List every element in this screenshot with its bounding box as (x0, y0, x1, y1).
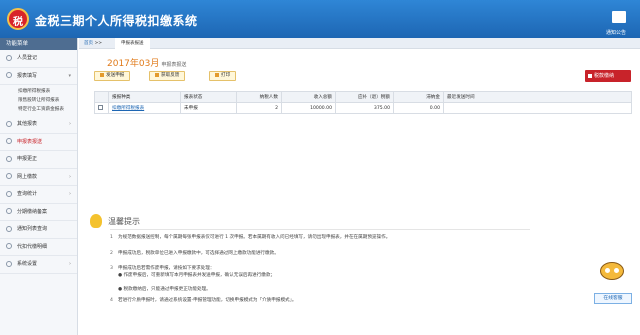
tip-4: 4 若进行介质申报时，请通过系统设置-申报管理功能，切换申报模式为「介质申报模式」… (110, 298, 297, 303)
sidebar-item-other-reports[interactable]: 其他报表 › (0, 116, 77, 134)
report-name-link[interactable]: 扣缴所得税报表 (108, 102, 181, 114)
period-title: 2017年03月 申报表报送 (107, 59, 187, 69)
payment-icon (6, 173, 12, 179)
print-button[interactable]: 打印 (209, 71, 237, 81)
file-icon (6, 120, 12, 127)
chevron-right-icon: › (69, 261, 71, 267)
tax-due-cell: 375.00 (335, 102, 394, 114)
notice-icon[interactable] (612, 11, 626, 23)
feedback-icon (155, 72, 159, 77)
status-cell: 未申报 (180, 102, 237, 114)
col-taxpayers: 纳税人数 (236, 91, 282, 103)
sidebar-item-person-register[interactable]: 人员登记 (0, 50, 77, 68)
person-icon (6, 54, 12, 61)
taxpayers-cell: 2 (236, 102, 282, 114)
sidebar-sub-withholding[interactable]: 扣缴所得税报表 (0, 87, 77, 96)
gear-icon (6, 260, 12, 267)
sidebar-item-withholding-detail[interactable]: 代扣代缴明细 (0, 239, 77, 256)
sidebar-item-installment[interactable]: 分期缴纳备案 (0, 204, 77, 221)
print-icon (215, 72, 219, 77)
col-last-sent: 最近发送时间 (443, 91, 632, 103)
search-icon (6, 190, 12, 197)
last-sent-cell (443, 102, 632, 114)
tax-payment-button[interactable]: 税款缴纳 (585, 70, 631, 82)
app-header: 税 金税三期个人所得税扣缴系统 通知公告 (0, 0, 640, 38)
send-report-button[interactable]: 发送申报 (94, 71, 131, 81)
tips-divider (110, 229, 530, 230)
sidebar: 功能菜单 人员登记 报表填写 ▾ 扣缴所得税报表 限售股转让所得报表 特定行业工资… (0, 38, 78, 335)
col-tax-due: 应补（退）税额 (335, 91, 394, 103)
mascot-icon (600, 262, 624, 280)
col-status: 报表状态 (180, 91, 237, 103)
row-checkbox[interactable] (98, 105, 103, 110)
col-select (94, 91, 109, 103)
list-icon (6, 243, 12, 249)
row-checkbox-cell[interactable] (94, 102, 109, 114)
get-feedback-button[interactable]: 获取反馈 (149, 71, 186, 81)
sidebar-header: 功能菜单 (0, 38, 77, 50)
sidebar-item-query[interactable]: 查询统计 › (0, 186, 77, 204)
sidebar-item-submit-report[interactable]: 申报表报送 (0, 134, 77, 151)
sidebar-item-online-payment[interactable]: 网上缴款 › (0, 169, 77, 186)
home-link[interactable]: 首页 (84, 41, 93, 46)
bell-icon (6, 225, 12, 232)
notice-label[interactable]: 通知公告 (606, 29, 626, 36)
breadcrumb: 首页 >> 申报表报送 (79, 38, 640, 49)
report-table: 报报种类 报表状态 纳税人数 收入总额 应补（退）税额 滞纳金 最近发送时间 扣… (94, 91, 632, 114)
arrow-icon (588, 74, 592, 78)
sidebar-sub-special-industry[interactable]: 特定行业工资薪金报表 (0, 105, 77, 114)
col-report-type: 报报种类 (108, 91, 181, 103)
breadcrumb-separator: >> (94, 41, 102, 46)
tab-submit-report[interactable]: 申报表报送 (115, 38, 150, 49)
sidebar-item-notices[interactable]: 通知列表查询 (0, 221, 77, 239)
chevron-right-icon: › (69, 121, 71, 127)
income-cell: 10000.00 (281, 102, 336, 114)
tip-3b: ● 税款缴纳后，只能通过申报更正功能处理。 (118, 287, 211, 292)
tip-1: 1 为规范数据报送控制，每个属期每张申报表仅可进行 1 次申报。若本属期有收入问已… (110, 235, 391, 240)
form-icon (6, 72, 12, 78)
table-row[interactable]: 扣缴所得税报表 未申报 2 10000.00 375.00 0.00 (94, 102, 632, 114)
tax-logo-icon: 税 (7, 8, 29, 30)
chevron-down-icon: ▾ (68, 72, 71, 79)
sidebar-item-correction[interactable]: 申报更正 (0, 151, 77, 169)
sidebar-sub-restricted-stock[interactable]: 限售股转让所得报表 (0, 96, 77, 105)
send-icon (6, 138, 12, 144)
late-fee-cell: 0.00 (393, 102, 444, 114)
sidebar-item-settings[interactable]: 系统设置 › (0, 256, 77, 274)
chevron-right-icon: › (69, 173, 71, 180)
app-title: 金税三期个人所得税扣缴系统 (35, 14, 198, 28)
calendar-icon (6, 208, 12, 214)
col-income: 收入总额 (281, 91, 336, 103)
chevron-right-icon: › (69, 191, 71, 197)
edit-icon (6, 155, 12, 162)
online-service-button[interactable]: 在线客服 (594, 293, 632, 304)
sidebar-item-report-fill[interactable]: 报表填写 ▾ (0, 68, 77, 85)
table-header-row: 报报种类 报表状态 纳税人数 收入总额 应补（退）税额 滞纳金 最近发送时间 (94, 91, 632, 103)
lightbulb-icon (90, 214, 102, 228)
tip-3: 3 申报成功后若需作废申报，请按如下要求处理： (110, 266, 215, 271)
tip-3a: ● 作废申报后，可重新填写本月申报表并发送申报，确认无误后再进行缴款； (118, 273, 276, 278)
col-late-fee: 滞纳金 (393, 91, 444, 103)
send-icon (100, 72, 104, 77)
tip-2: 2 申报成功后，税款单位已进入申报缴款中，可选择通过网上缴款功能进行缴款。 (110, 251, 279, 256)
tips-title: 温馨提示 (108, 217, 140, 226)
